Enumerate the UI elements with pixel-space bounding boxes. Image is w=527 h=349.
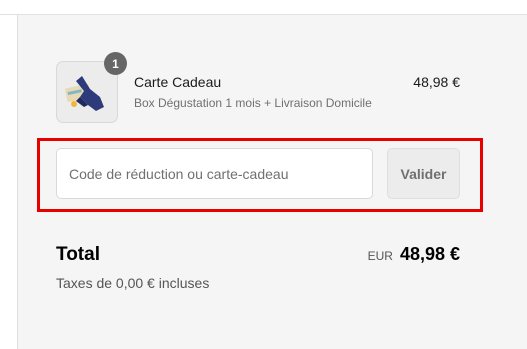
taxes-note: Taxes de 0,00 € incluses (56, 275, 210, 291)
apply-discount-button[interactable]: Valider (387, 148, 460, 199)
currency-code: EUR (367, 249, 393, 263)
product-name: Carte Cadeau (134, 74, 222, 90)
checkout-main-panel (0, 15, 18, 349)
product-variant: Box Dégustation 1 mois + Livraison Domic… (134, 96, 372, 110)
total-value: EUR 48,98 € (300, 244, 460, 265)
total-amount: 48,98 € (399, 244, 460, 264)
discount-code-input[interactable] (56, 148, 373, 199)
gift-card-hand-icon (65, 76, 104, 111)
total-label: Total (56, 244, 100, 265)
quantity-badge: 1 (104, 52, 127, 75)
product-price: 48,98 € (413, 74, 460, 90)
